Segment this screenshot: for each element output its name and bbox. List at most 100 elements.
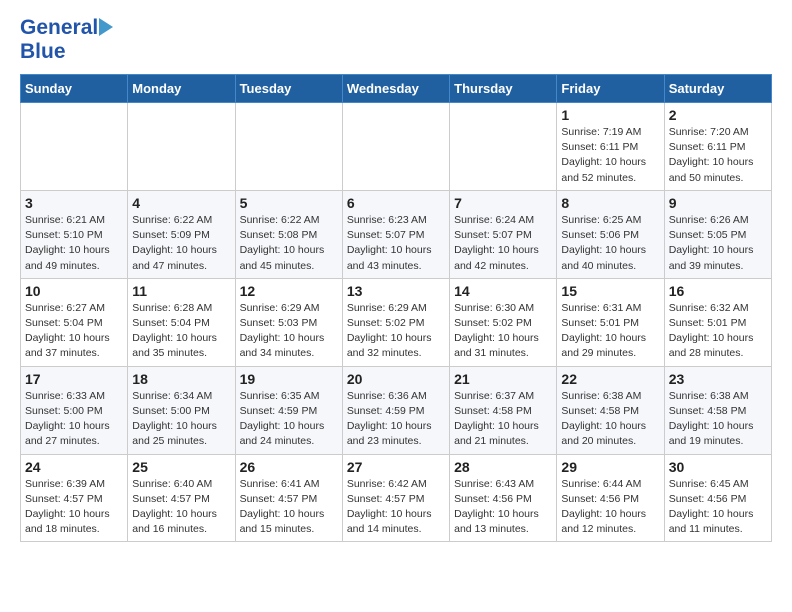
day-number: 24 <box>25 459 123 475</box>
day-info-line: Sunrise: 6:27 AM <box>25 301 123 316</box>
calendar-cell: 25Sunrise: 6:40 AMSunset: 4:57 PMDayligh… <box>128 454 235 542</box>
calendar-cell: 6Sunrise: 6:23 AMSunset: 5:07 PMDaylight… <box>342 190 449 278</box>
logo-blue: Blue <box>20 40 66 64</box>
day-info-line: and 11 minutes. <box>669 522 767 537</box>
day-info-line: Sunset: 6:11 PM <box>669 140 767 155</box>
day-info-line: Sunrise: 6:29 AM <box>240 301 338 316</box>
calendar-cell: 14Sunrise: 6:30 AMSunset: 5:02 PMDayligh… <box>450 278 557 366</box>
logo-general: General <box>20 16 98 40</box>
day-number: 25 <box>132 459 230 475</box>
calendar-cell: 22Sunrise: 6:38 AMSunset: 4:58 PMDayligh… <box>557 366 664 454</box>
day-info-line: Daylight: 10 hours <box>240 419 338 434</box>
day-info-line: Sunrise: 7:20 AM <box>669 125 767 140</box>
day-number: 6 <box>347 195 445 211</box>
calendar-cell: 8Sunrise: 6:25 AMSunset: 5:06 PMDaylight… <box>557 190 664 278</box>
day-info-line: and 14 minutes. <box>347 522 445 537</box>
calendar-cell: 29Sunrise: 6:44 AMSunset: 4:56 PMDayligh… <box>557 454 664 542</box>
calendar-cell: 11Sunrise: 6:28 AMSunset: 5:04 PMDayligh… <box>128 278 235 366</box>
day-number: 21 <box>454 371 552 387</box>
day-info-line: Daylight: 10 hours <box>132 331 230 346</box>
day-info-line: and 19 minutes. <box>669 434 767 449</box>
day-info-line: Sunrise: 6:34 AM <box>132 389 230 404</box>
day-info-line: Daylight: 10 hours <box>132 419 230 434</box>
day-info-line: Sunrise: 6:25 AM <box>561 213 659 228</box>
day-info-line: Sunset: 5:06 PM <box>561 228 659 243</box>
day-number: 9 <box>669 195 767 211</box>
day-info-line: Sunrise: 6:35 AM <box>240 389 338 404</box>
day-info-line: Sunset: 5:02 PM <box>347 316 445 331</box>
day-info-line: Sunset: 5:04 PM <box>25 316 123 331</box>
calendar-cell: 16Sunrise: 6:32 AMSunset: 5:01 PMDayligh… <box>664 278 771 366</box>
day-info-line: Daylight: 10 hours <box>669 243 767 258</box>
day-number: 26 <box>240 459 338 475</box>
calendar-cell: 30Sunrise: 6:45 AMSunset: 4:56 PMDayligh… <box>664 454 771 542</box>
day-info-line: Sunrise: 6:42 AM <box>347 477 445 492</box>
calendar-cell: 26Sunrise: 6:41 AMSunset: 4:57 PMDayligh… <box>235 454 342 542</box>
day-info-line: Sunrise: 6:32 AM <box>669 301 767 316</box>
day-number: 18 <box>132 371 230 387</box>
weekday-header: Thursday <box>450 75 557 103</box>
day-info-line: Sunrise: 6:36 AM <box>347 389 445 404</box>
day-info-line: and 16 minutes. <box>132 522 230 537</box>
day-info-line: Sunset: 4:58 PM <box>561 404 659 419</box>
day-info-line: Sunset: 4:56 PM <box>454 492 552 507</box>
day-info-line: Sunset: 4:57 PM <box>347 492 445 507</box>
day-info-line: and 12 minutes. <box>561 522 659 537</box>
day-info-line: Sunset: 4:56 PM <box>561 492 659 507</box>
day-number: 27 <box>347 459 445 475</box>
day-info-line: Sunrise: 6:22 AM <box>132 213 230 228</box>
day-number: 15 <box>561 283 659 299</box>
day-info-line: Sunrise: 6:39 AM <box>25 477 123 492</box>
day-info-line: Sunrise: 6:31 AM <box>561 301 659 316</box>
day-info-line: Daylight: 10 hours <box>669 331 767 346</box>
day-number: 4 <box>132 195 230 211</box>
calendar-cell: 1Sunrise: 7:19 AMSunset: 6:11 PMDaylight… <box>557 103 664 191</box>
day-info-line: and 21 minutes. <box>454 434 552 449</box>
day-info-line: Daylight: 10 hours <box>132 507 230 522</box>
day-info-line: Sunset: 4:58 PM <box>454 404 552 419</box>
day-info-line: Sunset: 4:59 PM <box>240 404 338 419</box>
day-info-line: Daylight: 10 hours <box>347 507 445 522</box>
day-info-line: and 34 minutes. <box>240 346 338 361</box>
day-info-line: Sunrise: 6:38 AM <box>561 389 659 404</box>
day-info-line: and 49 minutes. <box>25 259 123 274</box>
calendar-cell: 10Sunrise: 6:27 AMSunset: 5:04 PMDayligh… <box>21 278 128 366</box>
day-info-line: Sunset: 5:10 PM <box>25 228 123 243</box>
day-info-line: and 39 minutes. <box>669 259 767 274</box>
day-number: 12 <box>240 283 338 299</box>
calendar-cell: 3Sunrise: 6:21 AMSunset: 5:10 PMDaylight… <box>21 190 128 278</box>
day-number: 8 <box>561 195 659 211</box>
day-info-line: Sunrise: 6:38 AM <box>669 389 767 404</box>
day-number: 2 <box>669 107 767 123</box>
day-number: 17 <box>25 371 123 387</box>
logo: General Blue <box>20 16 113 64</box>
weekday-header: Monday <box>128 75 235 103</box>
day-info-line: Sunrise: 6:37 AM <box>454 389 552 404</box>
day-number: 14 <box>454 283 552 299</box>
day-info-line: Daylight: 10 hours <box>240 507 338 522</box>
day-info-line: Daylight: 10 hours <box>240 331 338 346</box>
day-info-line: Sunset: 5:01 PM <box>561 316 659 331</box>
calendar-cell: 24Sunrise: 6:39 AMSunset: 4:57 PMDayligh… <box>21 454 128 542</box>
day-info-line: and 31 minutes. <box>454 346 552 361</box>
day-info-line: Daylight: 10 hours <box>25 419 123 434</box>
day-number: 1 <box>561 107 659 123</box>
day-number: 3 <box>25 195 123 211</box>
calendar-cell <box>128 103 235 191</box>
day-info-line: Sunset: 4:58 PM <box>669 404 767 419</box>
calendar-cell: 9Sunrise: 6:26 AMSunset: 5:05 PMDaylight… <box>664 190 771 278</box>
calendar-cell <box>450 103 557 191</box>
weekday-header: Wednesday <box>342 75 449 103</box>
calendar-cell: 23Sunrise: 6:38 AMSunset: 4:58 PMDayligh… <box>664 366 771 454</box>
day-info-line: and 32 minutes. <box>347 346 445 361</box>
calendar-cell: 27 Sunrise: 6:42 AMSunset: 4:57 PMDayligh… <box>342 454 449 542</box>
day-info-line: Sunrise: 6:29 AM <box>347 301 445 316</box>
day-info-line: Sunrise: 6:24 AM <box>454 213 552 228</box>
calendar-cell: 7Sunrise: 6:24 AMSunset: 5:07 PMDaylight… <box>450 190 557 278</box>
day-number: 28 <box>454 459 552 475</box>
day-number: 23 <box>669 371 767 387</box>
day-info-line: Sunset: 5:04 PM <box>132 316 230 331</box>
calendar-cell: 28Sunrise: 6:43 AMSunset: 4:56 PMDayligh… <box>450 454 557 542</box>
day-info-line: and 28 minutes. <box>669 346 767 361</box>
day-info-line: Sunrise: 6:23 AM <box>347 213 445 228</box>
